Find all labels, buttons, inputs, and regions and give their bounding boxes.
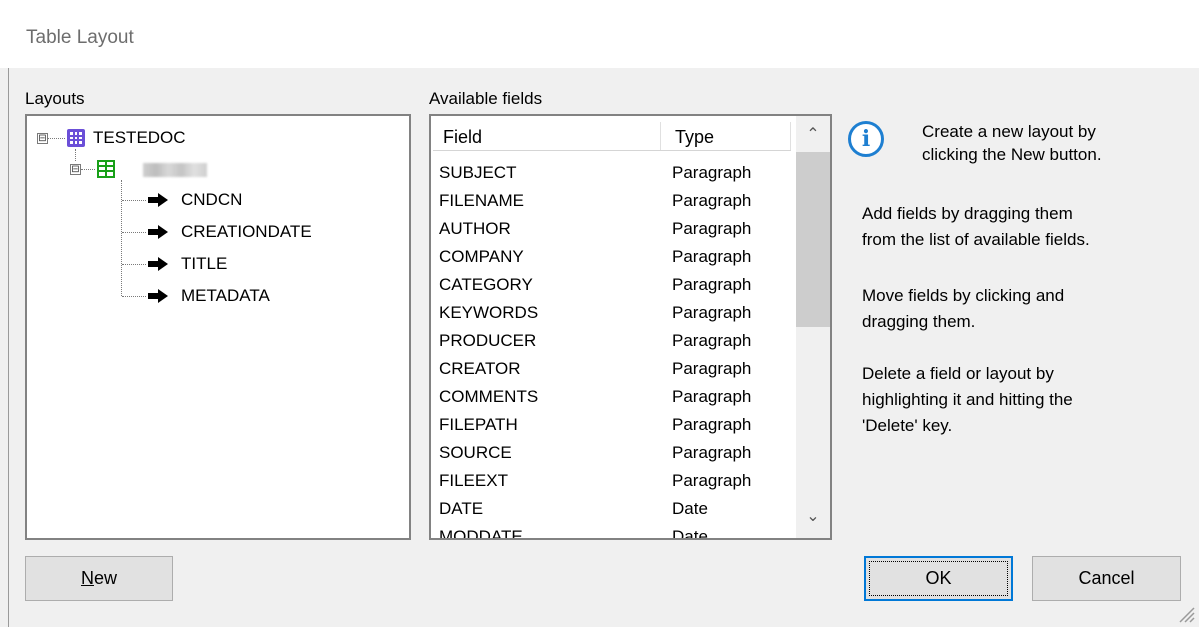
scroll-thumb[interactable] (796, 152, 830, 327)
field-type: Paragraph (672, 275, 752, 294)
list-header: Field Type (433, 120, 791, 151)
field-type: Paragraph (672, 219, 752, 238)
window-left-border (8, 68, 9, 627)
cancel-button[interactable]: Cancel (1032, 556, 1181, 601)
field-name[interactable]: PRODUCER (439, 331, 536, 351)
field-name[interactable]: FILENAME (439, 191, 524, 211)
info-line: Delete a field or layout by (862, 364, 1054, 383)
field-name[interactable]: SUBJECT (439, 163, 516, 183)
resize-grip-icon[interactable] (1175, 603, 1195, 623)
tree-connector (122, 232, 146, 233)
new-label: ew (93, 568, 117, 588)
layout-expander[interactable]: ⊟ (70, 164, 81, 175)
layouts-label: Layouts (25, 89, 85, 108)
info-line: highlighting it and hitting the (862, 390, 1073, 409)
available-fields-list[interactable]: Field Type SUBJECT Paragraph FILENAME Parag… (429, 114, 832, 540)
tree-connector (122, 200, 146, 201)
column-header-field[interactable]: Field (443, 120, 482, 150)
field-name[interactable]: SOURCE (439, 443, 512, 463)
tree-node-testedoc[interactable]: TESTEDOC (93, 128, 186, 148)
column-separator[interactable] (660, 122, 661, 150)
available-fields-label: Available fields (429, 89, 543, 108)
info-line: dragging them. (862, 312, 976, 331)
tree-connector (75, 149, 76, 161)
scroll-up-icon[interactable]: ⌃ (796, 120, 830, 150)
tree-connector (122, 264, 146, 265)
field-name[interactable]: COMPANY (439, 247, 524, 267)
field-name[interactable]: CREATOR (439, 359, 521, 379)
cancel-label: Cancel (1078, 568, 1135, 588)
tree-connector (122, 296, 146, 297)
field-type: Paragraph (672, 359, 752, 378)
field-name[interactable]: CATEGORY (439, 275, 533, 295)
scroll-down-icon[interactable]: ⌄ (796, 502, 830, 532)
field-name[interactable]: COMMENTS (439, 387, 538, 407)
info-line: Move fields by clicking and (862, 286, 1065, 305)
field-type: Paragraph (672, 191, 752, 210)
root-expander[interactable]: ⊟ (37, 133, 48, 144)
tree-connector (121, 180, 122, 296)
field-name[interactable]: FILEPATH (439, 415, 518, 435)
arrow-right-icon (148, 193, 168, 207)
field-name[interactable]: DATE (439, 499, 483, 519)
arrow-right-icon (148, 289, 168, 303)
field-name[interactable]: FILEEXT (439, 471, 508, 491)
new-accelerator: N (80, 568, 94, 588)
field-type: Paragraph (672, 443, 752, 462)
title-bar[interactable]: Table Layout (0, 0, 1199, 68)
field-type: Date (672, 499, 708, 518)
tree-field-metadata[interactable]: METADATA (181, 286, 270, 306)
arrow-right-icon (148, 225, 168, 239)
tree-field-cndcn[interactable]: CNDCN (181, 190, 242, 210)
info-icon: i (848, 121, 884, 157)
focus-rect (869, 561, 1008, 596)
database-icon (67, 129, 85, 147)
info-line: 'Delete' key. (862, 416, 953, 435)
field-type: Paragraph (672, 247, 752, 266)
field-type: Paragraph (672, 303, 752, 322)
field-type: Paragraph (672, 387, 752, 406)
layouts-tree[interactable]: ⊟ TESTEDOC ⊟ CNDCN CREATIONDATE TITLE ME… (25, 114, 411, 540)
field-type: Paragraph (672, 471, 752, 490)
tree-connector (81, 169, 95, 170)
tree-connector (48, 138, 65, 139)
info-line: from the list of available fields. (862, 230, 1090, 249)
tree-node-layout-name[interactable] (143, 163, 207, 177)
info-line: Add fields by dragging them (862, 204, 1073, 223)
ok-button[interactable]: OK (864, 556, 1013, 601)
column-header-type[interactable]: Type (675, 120, 714, 150)
info-line: clicking the New button. (922, 145, 1102, 164)
window-title: Table Layout (26, 27, 134, 48)
arrow-right-icon (148, 257, 168, 271)
vertical-scrollbar[interactable]: ⌃ ⌄ (796, 116, 830, 538)
field-name[interactable]: AUTHOR (439, 219, 511, 239)
field-name[interactable]: KEYWORDS (439, 303, 538, 323)
new-button[interactable]: New (25, 556, 173, 601)
table-icon (97, 160, 115, 178)
field-type: Paragraph (672, 163, 752, 182)
field-name[interactable]: MODDATE (439, 527, 523, 538)
field-type: Paragraph (672, 331, 752, 350)
info-line: Create a new layout by (922, 122, 1096, 141)
field-type: Date (672, 527, 708, 540)
column-separator[interactable] (790, 122, 791, 150)
tree-field-creationdate[interactable]: CREATIONDATE (181, 222, 312, 242)
field-type: Paragraph (672, 415, 752, 434)
tree-field-title[interactable]: TITLE (181, 254, 227, 274)
